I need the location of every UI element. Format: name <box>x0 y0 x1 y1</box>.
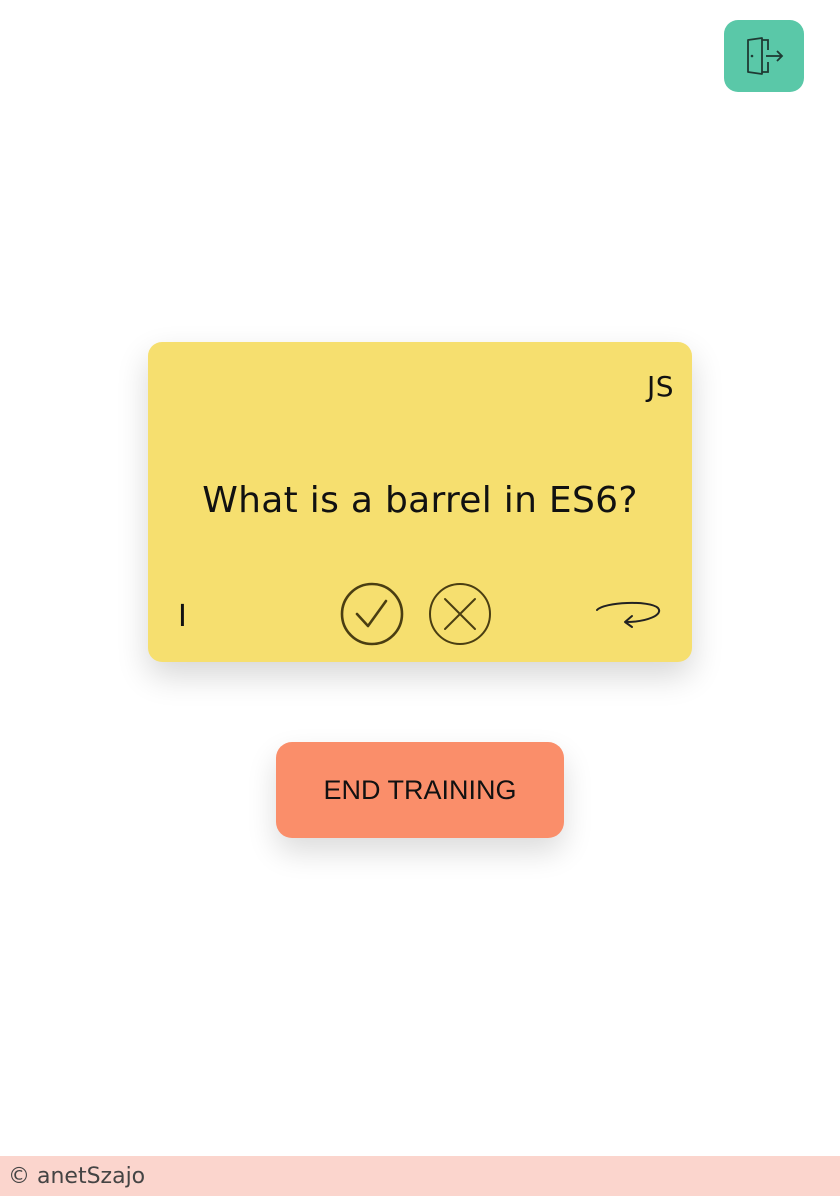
card-side-indicator: I <box>178 599 187 634</box>
card-question: What is a barrel in ES6? <box>202 480 638 521</box>
logout-button[interactable] <box>724 20 804 92</box>
check-circle-icon[interactable] <box>340 582 404 646</box>
footer-copyright: © anetSzajo <box>8 1163 146 1189</box>
card-category: JS <box>646 370 674 403</box>
flip-arrow-icon[interactable] <box>594 596 662 632</box>
logout-door-icon <box>747 37 784 75</box>
footer: © anetSzajo <box>0 1156 840 1196</box>
flashcard[interactable]: JS What is a barrel in ES6? I <box>148 342 692 662</box>
x-circle-icon[interactable] <box>428 582 492 646</box>
app-page: JS What is a barrel in ES6? I END TRAINI… <box>0 0 840 1196</box>
end-training-button[interactable]: END TRAINING <box>276 742 564 838</box>
